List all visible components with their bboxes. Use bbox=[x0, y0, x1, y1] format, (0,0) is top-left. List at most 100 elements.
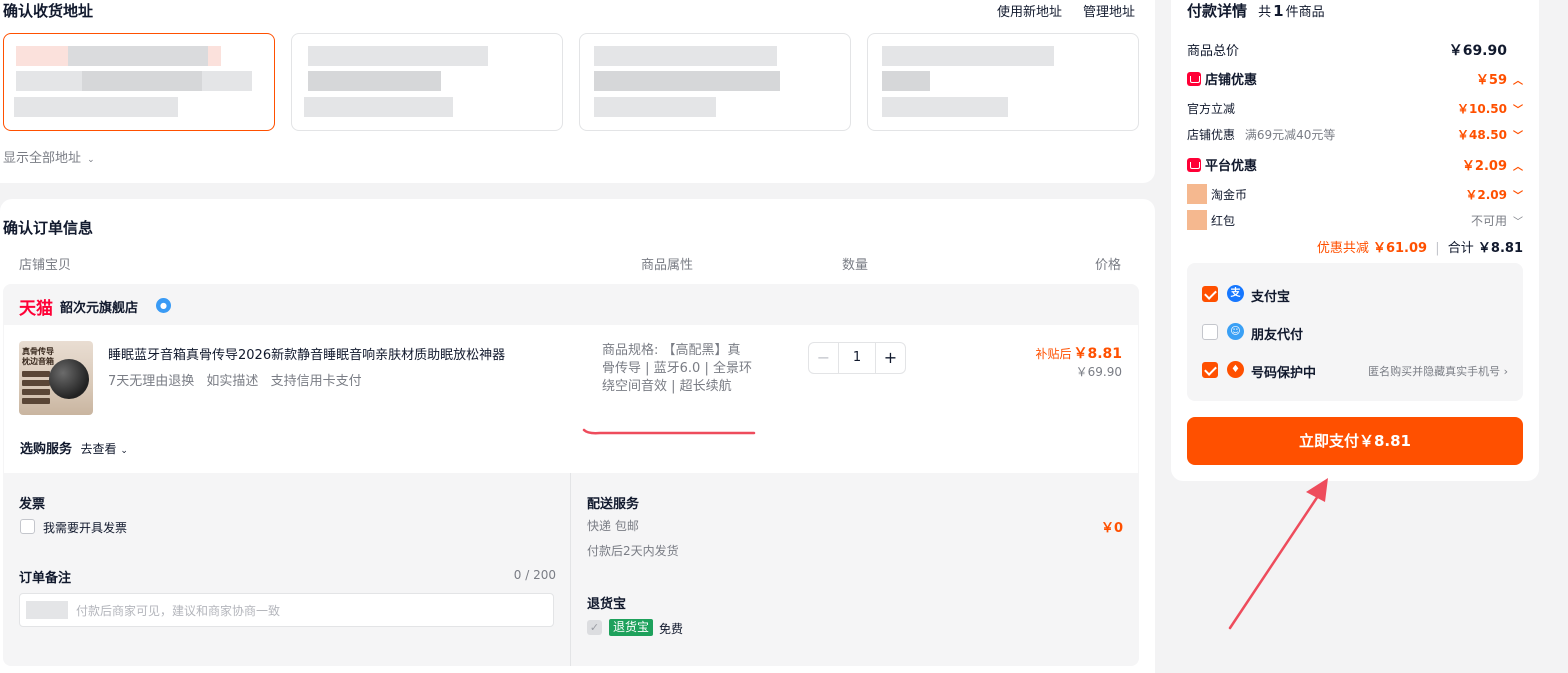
quantity-value[interactable]: 1 bbox=[839, 343, 875, 373]
shop-header: 天猫 韶次元旗舰店 ● bbox=[3, 284, 1139, 325]
decrease-button[interactable]: − bbox=[809, 343, 839, 373]
chat-icon[interactable]: ● bbox=[156, 298, 171, 313]
shop-coupon-amount: ￥48.50 bbox=[1457, 128, 1507, 142]
product-title[interactable]: 睡眠蓝牙音箱真骨传导2026新款静音睡眠音响亲肤材质助眠放松神器 bbox=[108, 344, 505, 363]
annotation-underline bbox=[582, 428, 756, 435]
address-card[interactable] bbox=[291, 33, 563, 131]
col-head-attr: 商品属性 bbox=[641, 258, 694, 273]
thumbnail-caption: 真骨传导 枕边音箱 bbox=[22, 347, 54, 366]
order-title: 确认订单信息 bbox=[3, 219, 94, 237]
services-label: 选购服务 bbox=[20, 442, 73, 457]
number-protect-tip-text: 匿名购买并隐藏真实手机号 bbox=[1368, 365, 1501, 378]
chevron-down-icon: ⌄ bbox=[120, 446, 128, 456]
shop-discount-label: 店铺优惠 bbox=[1205, 73, 1258, 88]
invoice-title: 发票 bbox=[19, 497, 46, 512]
item-count-prefix: 共 bbox=[1258, 5, 1272, 20]
method-friend-pay[interactable]: ☺ 朋友代付 bbox=[1202, 323, 1508, 343]
redpack-row[interactable]: 红包 不可用 ﹀ bbox=[1187, 210, 1523, 232]
shop-name[interactable]: 韶次元旗舰店 bbox=[60, 297, 138, 316]
delivery-panel: 配送服务 快递 包邮 付款后2天内发货 ￥0 退货宝 ✓ 退货宝 免费 bbox=[570, 473, 1139, 666]
manage-address-link[interactable]: 管理地址 bbox=[1083, 1, 1135, 20]
summary-row: 优惠共减 ￥61.09 | 合计 ￥8.81 bbox=[1187, 237, 1523, 257]
delivery-method: 快递 包邮 bbox=[587, 519, 639, 533]
friend-pay-icon: ☺ bbox=[1227, 323, 1244, 340]
return-insurance-tag: 退货宝 bbox=[609, 619, 654, 636]
return-insurance-title: 退货宝 bbox=[587, 597, 627, 612]
official-discount-value: ￥10.50 ﹀ bbox=[1457, 100, 1523, 117]
tag-icon bbox=[1187, 158, 1201, 172]
platform-discount-value: ￥2.09 ︿ bbox=[1462, 155, 1523, 174]
chevron-down-icon: ﹀ bbox=[1513, 131, 1523, 142]
chevron-down-icon: ﹀ bbox=[1513, 217, 1523, 228]
col-head-item: 店铺宝贝 bbox=[19, 258, 72, 273]
coin-row[interactable]: 淘金币 ￥2.09 ﹀ bbox=[1187, 184, 1523, 206]
delivery-title: 配送服务 bbox=[587, 497, 640, 512]
promise-tag: 支持信用卡支付 bbox=[270, 374, 362, 389]
chevron-up-icon: ︿ bbox=[1513, 162, 1523, 173]
annotation-arrow bbox=[1228, 478, 1328, 630]
coin-icon bbox=[1187, 184, 1207, 204]
shop-discount-row[interactable]: 店铺优惠 ￥59 ︿ bbox=[1187, 69, 1523, 89]
invoice-checkbox[interactable] bbox=[20, 519, 35, 534]
use-new-address-link[interactable]: 使用新地址 bbox=[997, 1, 1062, 20]
order-note-input[interactable]: 付款后商家可见，建议和商家协商一致 bbox=[19, 593, 554, 627]
shop-order-box: 天猫 韶次元旗舰店 ● 真骨传导 枕边音箱 睡眠蓝牙音箱真骨传导2026新款静音… bbox=[3, 284, 1139, 666]
item-row: 真骨传导 枕边音箱 睡眠蓝牙音箱真骨传导2026新款静音睡眠音响亲肤材质助眠放松… bbox=[4, 325, 1138, 473]
note-title: 订单备注 bbox=[19, 571, 72, 586]
tmall-logo: 天猫 bbox=[19, 299, 53, 319]
note-placeholder: 付款后商家可见，建议和商家协商一致 bbox=[76, 604, 281, 618]
chevron-down-icon: ⌄ bbox=[87, 155, 95, 165]
official-discount-amount: ￥10.50 bbox=[1457, 102, 1507, 116]
coin-value: ￥2.09 ﹀ bbox=[1465, 186, 1523, 203]
pay-now-button[interactable]: 立即支付￥8.81 bbox=[1187, 417, 1523, 465]
address-section: 确认收货地址 使用新地址 管理地址 显示全部地址 ⌄ bbox=[0, 0, 1155, 183]
item-count: 1 bbox=[1273, 2, 1284, 20]
services-more-label: 去查看 bbox=[80, 442, 117, 456]
increase-button[interactable]: + bbox=[875, 343, 905, 373]
method-alipay[interactable]: 支 支付宝 bbox=[1202, 285, 1508, 305]
delivery-price: ￥0 bbox=[1100, 521, 1123, 536]
product-thumbnail[interactable]: 真骨传导 枕边音箱 bbox=[19, 341, 93, 415]
payment-title: 付款详情 bbox=[1187, 2, 1248, 20]
address-card[interactable] bbox=[867, 33, 1139, 131]
promise-tag: 7天无理由退换 bbox=[108, 374, 195, 389]
address-card-selected[interactable] bbox=[3, 33, 275, 131]
chevron-down-icon: ﹀ bbox=[1513, 105, 1523, 116]
redpack-icon bbox=[1187, 210, 1207, 230]
invoice-note-panel: 发票 我需要开具发票 订单备注 0 / 200 付款后商家可见，建议和商家协商一… bbox=[3, 473, 570, 666]
note-count: 0 / 200 bbox=[513, 568, 556, 582]
alipay-checkbox[interactable] bbox=[1202, 286, 1218, 302]
coin-amount: ￥2.09 bbox=[1465, 188, 1507, 202]
coin-label: 淘金币 bbox=[1211, 188, 1248, 202]
col-head-qty: 数量 bbox=[842, 258, 869, 273]
friend-pay-checkbox[interactable] bbox=[1202, 324, 1218, 340]
summary-values: 优惠共减 ￥61.09 | 合计 ￥8.81 bbox=[1316, 241, 1523, 256]
platform-discount-amount: ￥2.09 bbox=[1461, 159, 1507, 174]
address-card[interactable] bbox=[579, 33, 851, 131]
chevron-up-icon: ︿ bbox=[1513, 76, 1523, 87]
shop-discount-value: ￥59 ︿ bbox=[1476, 69, 1523, 88]
shop-coupon-row[interactable]: 店铺优惠 满69元减40元等 ￥48.50 ﹀ bbox=[1187, 126, 1523, 146]
redpack-status: 不可用 bbox=[1470, 214, 1507, 228]
quantity-stepper: − 1 + bbox=[808, 342, 906, 374]
subsidy-amount: ￥8.81 bbox=[1073, 346, 1122, 362]
address-title: 确认收货地址 bbox=[3, 2, 94, 20]
shop-discount-amount: ￥59 bbox=[1475, 73, 1507, 88]
number-protect-tip[interactable]: 匿名购买并隐藏真实手机号 › bbox=[1368, 363, 1508, 379]
redpack-label: 红包 bbox=[1211, 214, 1236, 228]
saved-amount: ￥61.09 bbox=[1372, 241, 1428, 256]
product-sku: 商品规格: 【高配黑】真骨传导 | 蓝牙6.0 | 全景环绕空间音效 | 超长续… bbox=[602, 343, 752, 394]
platform-discount-row[interactable]: 平台优惠 ￥2.09 ︿ bbox=[1187, 155, 1523, 175]
order-section: 确认订单信息 店铺宝贝 商品属性 数量 价格 天猫 韶次元旗舰店 ● 真骨传导 … bbox=[0, 199, 1155, 673]
official-discount-row[interactable]: 官方立减 ￥10.50 ﹀ bbox=[1187, 100, 1523, 120]
return-insurance-fee: 免费 bbox=[659, 622, 684, 636]
redpack-value: 不可用 ﹀ bbox=[1471, 212, 1523, 229]
product-promises: 7天无理由退换 如实描述 支持信用卡支付 bbox=[108, 370, 370, 389]
services-more-link[interactable]: 去查看 ⌄ bbox=[81, 442, 128, 456]
number-protect-checkbox[interactable] bbox=[1202, 362, 1218, 378]
show-all-addresses[interactable]: 显示全部地址 ⌄ bbox=[3, 147, 95, 166]
shop-coupon-note: 满69元减40元等 bbox=[1244, 128, 1336, 142]
goods-total-value: ￥69.90 bbox=[1448, 43, 1507, 59]
method-number-protect[interactable]: ♦ 号码保护中 匿名购买并隐藏真实手机号 › bbox=[1202, 361, 1508, 381]
total-amount: ￥8.81 bbox=[1477, 241, 1523, 256]
